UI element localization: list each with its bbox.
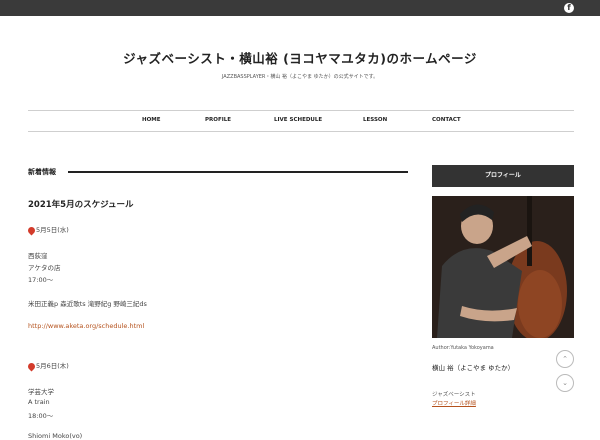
profile-photo	[432, 196, 574, 338]
venue-link[interactable]: http://www.aketa.org/schedule.html	[28, 322, 144, 330]
nav-home[interactable]: HOME	[142, 117, 161, 123]
nav-lesson[interactable]: LESSON	[363, 117, 387, 123]
nav-live-schedule[interactable]: LIVE SCHEDULE	[274, 117, 322, 123]
chevron-down-icon: ⌄	[562, 379, 568, 387]
scroll-down-button[interactable]: ⌄	[556, 374, 574, 392]
sidebar-heading: プロフィール	[432, 165, 574, 187]
start-time: 18:00〜	[28, 412, 54, 420]
post-date: 5月6日(木)	[36, 362, 69, 370]
venue-area: 西荻窪	[28, 252, 48, 260]
section-heading: 新着情報	[28, 168, 56, 176]
venue-url[interactable]: http://www.aketa.org/schedule.html	[28, 322, 144, 330]
profile-detail-link[interactable]: プロフィール詳細	[432, 399, 476, 407]
pushpin-icon	[26, 225, 37, 235]
facebook-icon[interactable]: f	[564, 3, 574, 13]
venue-name: A train	[28, 398, 50, 406]
post-date-line: 5月5日(水)	[26, 224, 69, 235]
main-nav: HOME PROFILE LIVE SCHEDULE LESSON CONTAC…	[28, 110, 574, 132]
members: 米田正義p 森近歌ts 滝野紀g 野崎三紀ds	[28, 300, 147, 308]
section-divider	[68, 171, 408, 173]
vocalist: Shiomi Moko(vo)	[28, 432, 83, 440]
pushpin-icon	[26, 361, 37, 371]
post-date: 5月5日(水)	[36, 226, 69, 234]
site-tagline: JAZZBASSPLAYER・横山 裕（よこやま ゆたか）の公式サイトです。	[221, 74, 379, 80]
chevron-up-icon: ⌃	[562, 355, 568, 363]
top-bar: f	[0, 0, 600, 16]
post-title[interactable]: 2021年5月のスケジュール	[28, 198, 133, 210]
bassist-image	[432, 196, 574, 338]
venue-name: アケタの店	[28, 264, 61, 272]
site-title[interactable]: ジャズベーシスト・横山裕 (ヨコヤマユタカ)のホームページ	[0, 48, 600, 67]
nav-profile[interactable]: PROFILE	[205, 117, 231, 123]
profile-name: 横山 裕（よこやま ゆたか）	[432, 364, 515, 372]
post-date-line: 5月6日(木)	[26, 360, 69, 371]
photo-caption: Author:Yutaka Yokoyama	[432, 345, 494, 351]
scroll-up-button[interactable]: ⌃	[556, 350, 574, 368]
venue-area: 学芸大学	[28, 388, 54, 396]
profile-role: ジャズベーシスト	[432, 392, 476, 398]
nav-contact[interactable]: CONTACT	[432, 117, 461, 123]
start-time: 17:00〜	[28, 276, 54, 284]
